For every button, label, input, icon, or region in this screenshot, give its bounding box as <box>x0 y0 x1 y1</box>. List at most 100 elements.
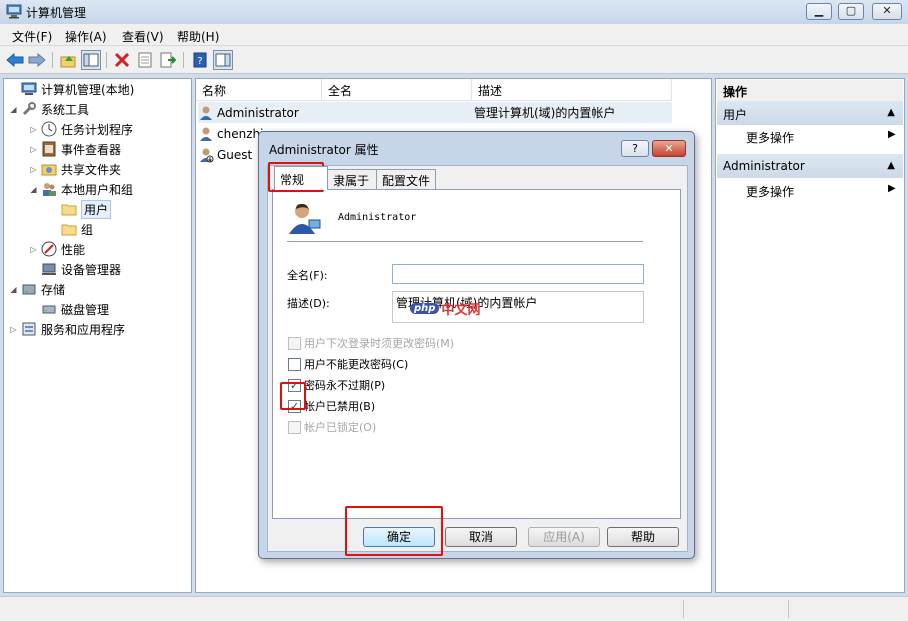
tab-general[interactable]: 常规 <box>274 166 328 190</box>
dialog-close-button[interactable]: ✕ <box>652 140 686 157</box>
actions-section-administrator[interactable]: Administrator ▲ <box>717 154 903 178</box>
tree-item-shared-folders[interactable]: ▷ 共享文件夹 <box>28 159 121 179</box>
tree-item-storage[interactable]: ◢ 存储 <box>8 279 65 299</box>
user-description: 管理计算机(域)的内置帐户 <box>474 106 616 120</box>
delete-x-icon <box>114 52 130 68</box>
collapsed-triangle-icon[interactable]: ▷ <box>8 325 19 334</box>
minimize-button[interactable]: ▁ <box>806 3 832 20</box>
checkbox-box[interactable] <box>288 420 301 434</box>
help-toolbar-button[interactable]: ? <box>190 50 210 70</box>
menu-help[interactable]: 帮助(H) <box>177 28 219 45</box>
tab-profile[interactable]: 配置文件 <box>376 169 436 189</box>
tree-item-disk-management[interactable]: 磁盘管理 <box>28 299 109 319</box>
actions-header: 操作 <box>717 80 903 102</box>
dialog-title: Administrator 属性 <box>269 143 379 157</box>
tree-item-services-applications[interactable]: ▷ 服务和应用程序 <box>8 319 125 339</box>
title-bar: 计算机管理 ▁ ▢ ✕ <box>0 0 908 24</box>
submenu-arrow-icon: ▶ <box>888 129 896 140</box>
expanded-triangle-icon[interactable]: ◢ <box>28 185 39 194</box>
tree-item-system-tools[interactable]: ◢ 系统工具 <box>8 99 89 119</box>
console-tree: 计算机管理(本地) ◢ 系统工具 ▷ 任务计划程序 ▷ 事件查看器 ▷ 共享文件… <box>3 78 192 593</box>
watermark-logo: php 中文网 <box>410 299 480 318</box>
menu-bar: 文件(F) 操作(A) 查看(V) 帮助(H) <box>0 24 908 46</box>
tree-item-task-scheduler[interactable]: ▷ 任务计划程序 <box>28 119 133 139</box>
forward-arrow-icon <box>28 53 46 67</box>
dialog-username: Administrator <box>338 212 417 223</box>
tree-item-local-users-groups[interactable]: ◢ 本地用户和组 <box>28 179 133 199</box>
collapsed-triangle-icon[interactable]: ▷ <box>28 145 39 154</box>
tree-item-groups[interactable]: 组 <box>48 219 93 239</box>
collapsed-triangle-icon[interactable]: ▷ <box>28 245 39 254</box>
more-actions-users[interactable]: 更多操作 ▶ <box>746 129 896 146</box>
forward-button[interactable] <box>27 50 47 70</box>
dialog-help-button[interactable]: ? <box>621 140 649 157</box>
collapsed-triangle-icon[interactable]: ▷ <box>28 125 39 134</box>
checkbox-box[interactable] <box>288 357 301 371</box>
list-row-administrator[interactable]: Administrator 管理计算机(域)的内置帐户 <box>198 102 672 123</box>
actions-pane: 操作 用户 ▲ 更多操作 ▶ Administrator ▲ 更多操作 ▶ <box>715 78 905 593</box>
show-hide-action-pane-button[interactable] <box>213 50 233 70</box>
close-window-button[interactable]: ✕ <box>872 3 902 20</box>
collapse-up-icon[interactable]: ▲ <box>887 160 895 171</box>
collapsed-triangle-icon[interactable]: ▷ <box>28 165 39 174</box>
fullname-label: 全名(F): <box>287 269 328 282</box>
more-actions-administrator[interactable]: 更多操作 ▶ <box>746 183 896 200</box>
delete-button[interactable] <box>112 50 132 70</box>
help-button[interactable]: 帮助 <box>607 527 679 547</box>
checkbox-box[interactable] <box>288 336 301 350</box>
submenu-arrow-icon: ▶ <box>888 183 896 194</box>
actions-section-users[interactable]: 用户 ▲ <box>717 101 903 125</box>
column-header-description[interactable]: 描述 <box>472 79 672 101</box>
checkbox-must-change-password[interactable]: 用户下次登录时须更改密码(M) <box>288 335 454 351</box>
export-list-button[interactable] <box>158 50 178 70</box>
show-hide-tree-button[interactable] <box>81 50 101 70</box>
maximize-button[interactable]: ▢ <box>838 3 864 20</box>
back-arrow-icon <box>6 53 24 67</box>
menu-action[interactable]: 操作(A) <box>65 28 107 45</box>
administrator-properties-dialog: Administrator 属性 ? ✕ 常规 隶属于 配置文件 Adminis… <box>258 131 695 559</box>
services-icon <box>22 322 36 336</box>
folder-up-icon <box>60 56 76 68</box>
console-tree-icon <box>83 53 99 67</box>
menu-view[interactable]: 查看(V) <box>122 28 164 45</box>
expanded-triangle-icon[interactable]: ◢ <box>8 285 19 294</box>
apply-button[interactable]: 应用(A) <box>528 527 600 547</box>
watermark-text: 中文网 <box>441 303 481 318</box>
computer-management-icon <box>21 82 37 95</box>
menu-file[interactable]: 文件(F) <box>12 28 52 45</box>
user-icon <box>200 127 212 141</box>
cancel-button[interactable]: 取消 <box>445 527 517 547</box>
folder-icon <box>61 224 77 236</box>
close-icon: ✕ <box>882 4 892 17</box>
properties-button[interactable] <box>135 50 155 70</box>
general-tab-panel: Administrator 全名(F): 描述(D): 管理计算机(域)的内置帐… <box>272 189 681 519</box>
checkbox-cannot-change-password[interactable]: 用户不能更改密码(C) <box>288 356 408 372</box>
up-level-button[interactable] <box>58 50 78 70</box>
tree-item-event-viewer[interactable]: ▷ 事件查看器 <box>28 139 121 159</box>
back-button[interactable] <box>5 50 25 70</box>
expanded-triangle-icon[interactable]: ◢ <box>8 105 19 114</box>
checkbox-account-locked[interactable]: 帐户已锁定(O) <box>288 419 376 435</box>
export-icon <box>160 52 176 68</box>
clock-icon <box>41 121 57 137</box>
divider <box>287 241 643 242</box>
dialog-body: 常规 隶属于 配置文件 Administrator 全名(F): 描述(D): … <box>267 165 688 552</box>
tab-member-of[interactable]: 隶属于 <box>327 169 377 189</box>
column-header-fullname[interactable]: 全名 <box>322 79 472 101</box>
properties-icon <box>138 52 152 68</box>
highlight-account-disabled-checkbox <box>280 382 306 410</box>
tree-item-performance[interactable]: ▷ 性能 <box>28 239 85 259</box>
tools-icon <box>22 102 36 116</box>
tree-item-device-manager[interactable]: 设备管理器 <box>28 259 121 279</box>
user-avatar-icon <box>289 203 321 234</box>
column-header-name[interactable]: 名称 <box>196 79 322 101</box>
tree-item-users[interactable]: 用户 <box>48 199 112 219</box>
fullname-field[interactable] <box>392 264 644 284</box>
collapse-up-icon[interactable]: ▲ <box>887 107 895 118</box>
list-row-chenzhi[interactable]: chenzhi <box>198 123 263 144</box>
user-icon <box>200 106 212 120</box>
user-name: Guest <box>217 147 253 162</box>
tree-item-computer-management[interactable]: 计算机管理(本地) <box>8 79 134 99</box>
list-row-guest[interactable]: Guest <box>198 144 252 165</box>
window-title: 计算机管理 <box>26 6 87 20</box>
